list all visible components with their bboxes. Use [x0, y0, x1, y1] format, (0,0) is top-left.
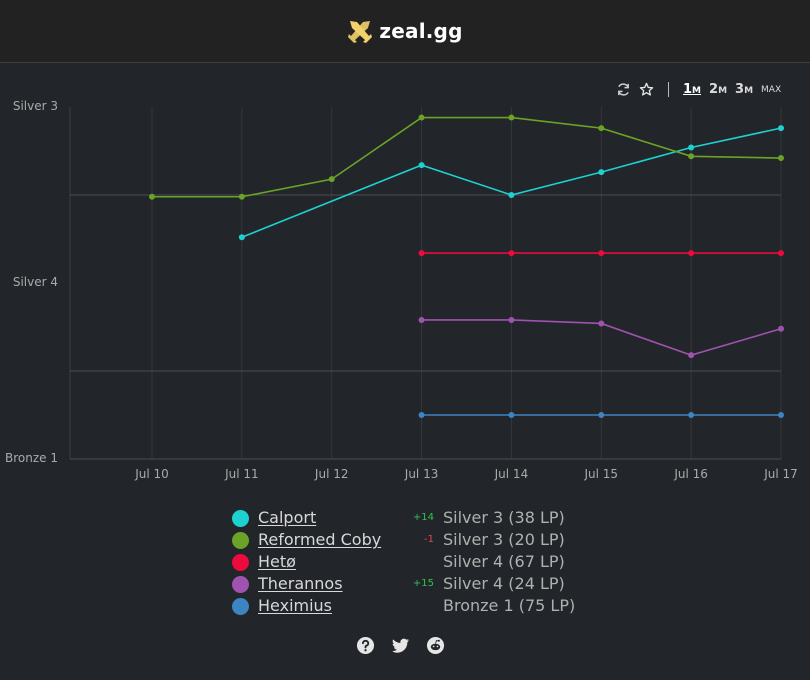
data-point-heximius [508, 412, 515, 418]
rank-text: Bronze 1 (75 LP) [443, 596, 576, 615]
lp-delta: -1 [424, 534, 434, 545]
rank-text: Silver 3 (38 LP) [443, 508, 565, 527]
legend-swatch [232, 531, 249, 549]
data-point-reformed-coby [238, 193, 245, 200]
x-tick-label: Jul 13 [404, 467, 439, 481]
data-point-reformed-coby [149, 193, 155, 200]
legend-row-therannos: Therannos +15 Silver 4 (24 LP) [232, 573, 575, 595]
data-point-therannos [418, 316, 425, 323]
data-point-calport [238, 234, 245, 241]
help-icon[interactable] [356, 636, 375, 655]
legend-swatch [232, 575, 249, 593]
legend-row-calport: Calport +14 Silver 3 (38 LP) [232, 507, 575, 529]
legend-row-heto: Hetø Silver 4 (67 LP) [232, 551, 575, 573]
legend-swatch [232, 509, 249, 527]
y-tick-label: Silver 4 [13, 275, 58, 289]
data-point-het- [778, 250, 784, 257]
x-tick-label: Jul 10 [134, 467, 169, 481]
data-point-het- [688, 250, 695, 257]
data-point-het- [418, 250, 425, 257]
data-point-heximius [598, 412, 605, 418]
data-point-calport [508, 192, 515, 198]
lp-delta: +14 [412, 512, 434, 523]
data-point-calport [418, 162, 425, 169]
rank-text: Silver 4 (24 LP) [443, 574, 565, 593]
x-tick-label: Jul 16 [673, 467, 708, 481]
data-point-reformed-coby [328, 176, 335, 183]
y-tick-label: Silver 3 [13, 99, 58, 113]
data-point-het- [598, 250, 605, 257]
data-point-therannos [508, 316, 515, 323]
data-point-therannos [688, 352, 695, 359]
data-point-therannos [778, 325, 784, 332]
footer-links [356, 636, 445, 655]
player-link[interactable]: Reformed Coby [258, 529, 406, 551]
x-tick-label: Jul 15 [584, 467, 619, 481]
series-line-reformed-coby [152, 116, 782, 198]
legend-swatch [232, 597, 249, 615]
x-tick-label: Jul 12 [314, 467, 349, 481]
player-link[interactable]: Heximius [258, 595, 406, 617]
x-tick-label: Jul 14 [494, 467, 529, 481]
data-point-heximius [778, 412, 784, 418]
rank-text: Silver 4 (67 LP) [443, 552, 565, 571]
data-point-reformed-coby [688, 153, 695, 160]
twitter-icon[interactable] [391, 636, 410, 655]
data-point-reformed-coby [418, 114, 425, 121]
data-point-therannos [598, 320, 605, 327]
data-point-reformed-coby [778, 155, 784, 162]
legend-row-reformed-coby: Reformed Coby -1 Silver 3 (20 LP) [232, 529, 575, 551]
player-link[interactable]: Calport [258, 507, 406, 529]
player-link[interactable]: Therannos [258, 573, 406, 595]
x-tick-label: Jul 11 [224, 467, 259, 481]
lp-history-chart: Silver 3 Silver 4 Bronze 1 Jul 10 Jul 11 Jul … [5, 99, 798, 481]
data-point-heximius [688, 412, 695, 418]
data-point-reformed-coby [508, 114, 515, 121]
data-point-het- [508, 250, 515, 257]
legend-row-heximius: Heximius Bronze 1 (75 LP) [232, 595, 575, 617]
rank-text: Silver 3 (20 LP) [443, 530, 565, 549]
lp-delta: +15 [412, 578, 434, 589]
chart-legend: Calport +14 Silver 3 (38 LP) Reformed Co… [232, 507, 575, 617]
data-point-reformed-coby [598, 125, 605, 132]
reddit-icon[interactable] [426, 636, 445, 655]
data-point-calport [688, 144, 695, 151]
x-tick-label: Jul 17 [763, 467, 798, 481]
y-tick-label: Bronze 1 [5, 451, 58, 465]
data-point-calport [778, 125, 784, 132]
data-point-heximius [418, 412, 425, 418]
player-link[interactable]: Hetø [258, 551, 406, 573]
legend-swatch [232, 553, 249, 571]
data-point-calport [598, 169, 605, 176]
